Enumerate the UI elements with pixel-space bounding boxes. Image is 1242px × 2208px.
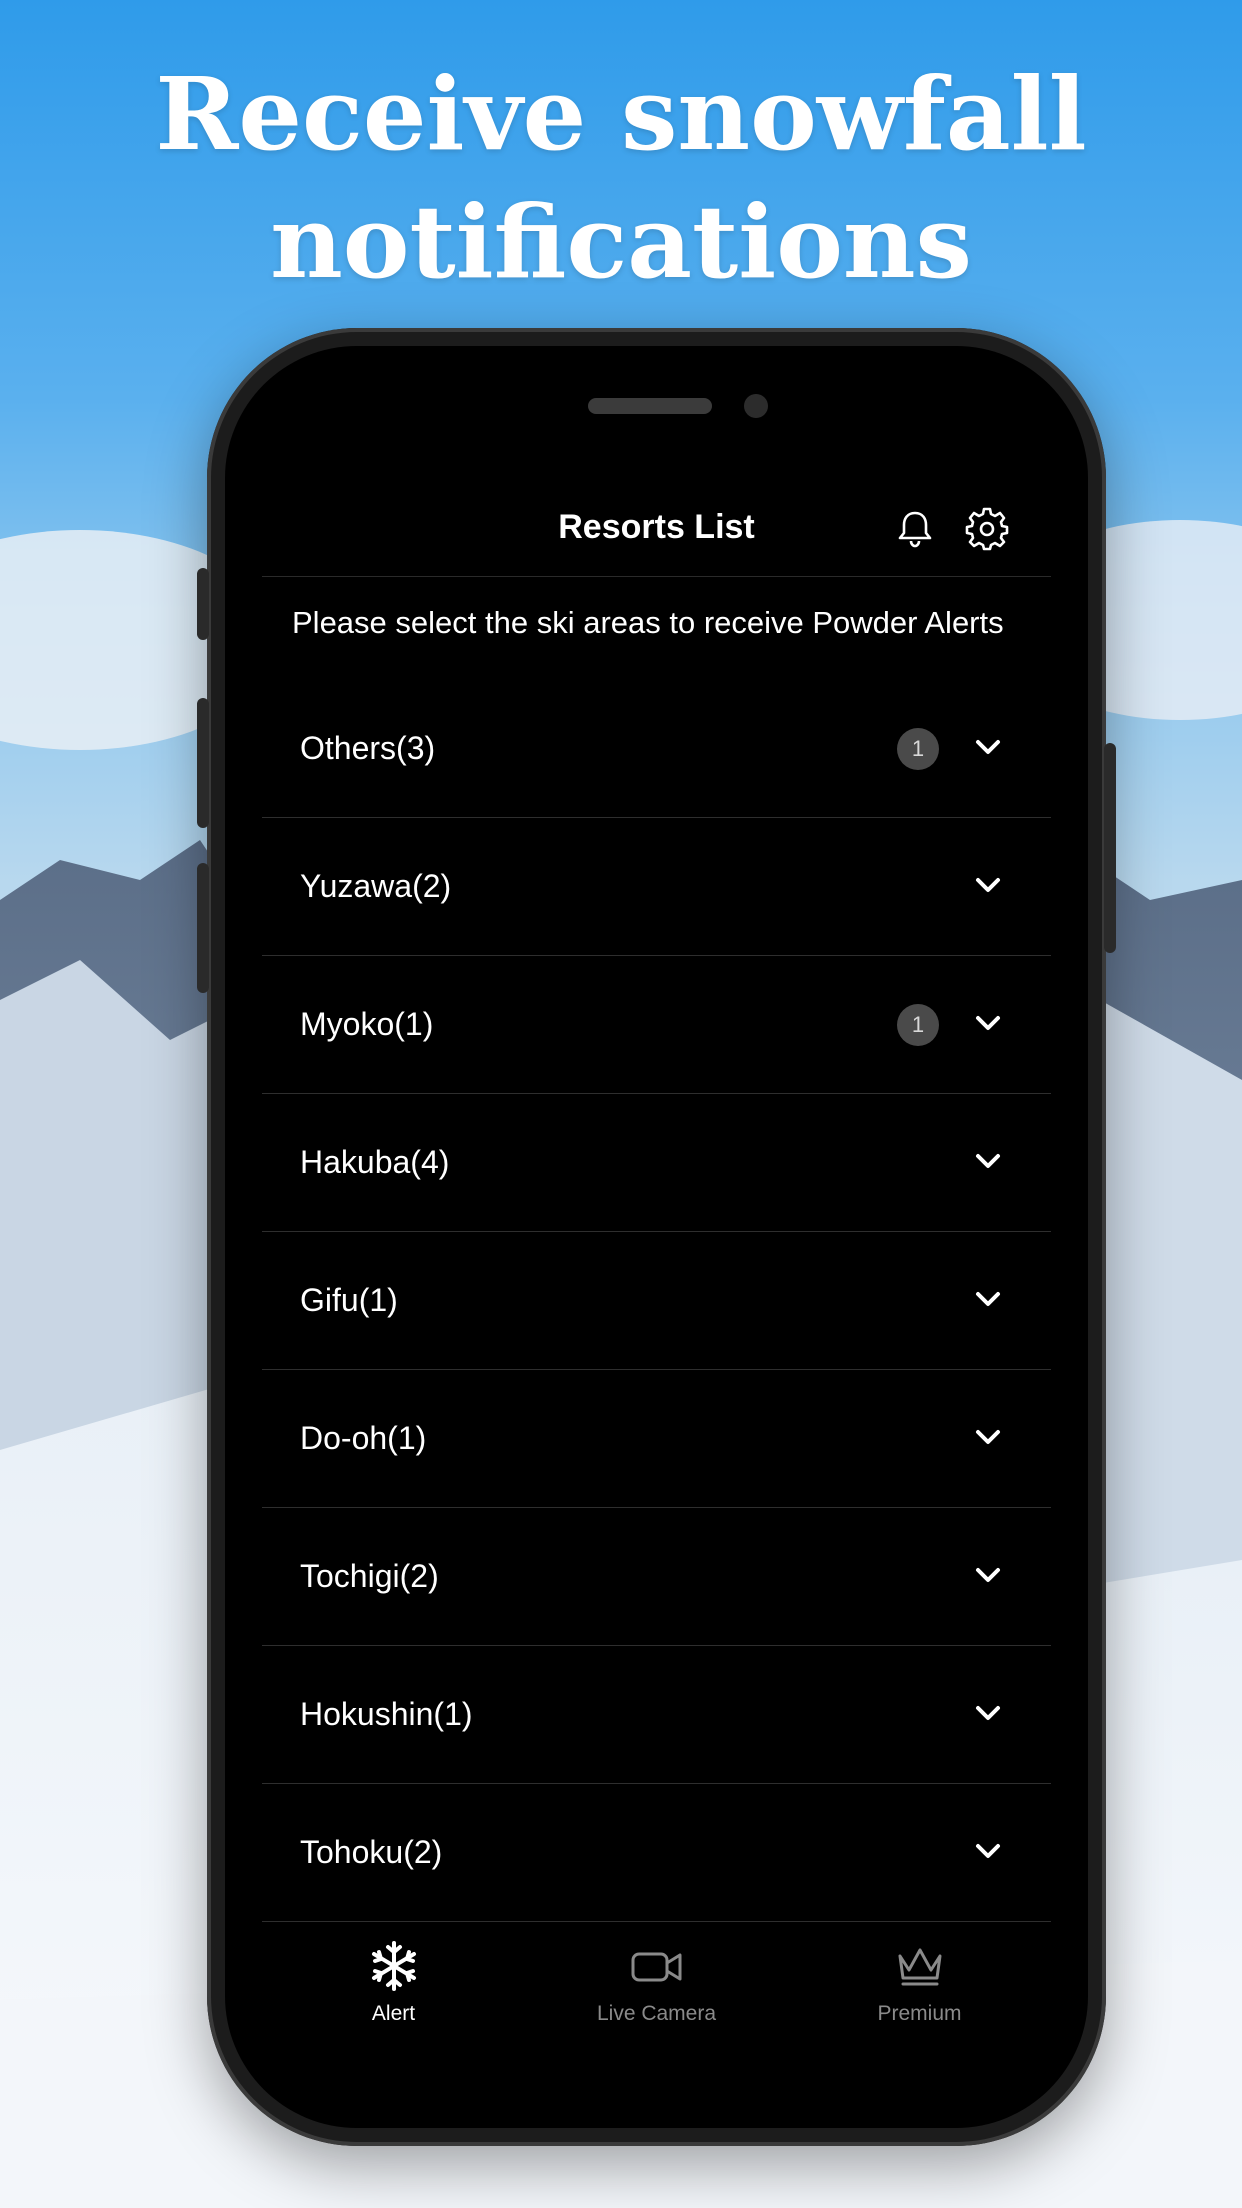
chevron-down-icon[interactable] (973, 1287, 1003, 1311)
tab-live-camera-label: Live Camera (596, 2002, 717, 2025)
chevron-down-icon[interactable] (973, 735, 1003, 759)
nav-bar: Resorts List (262, 482, 1051, 577)
volume-down-button (197, 863, 209, 993)
front-camera (744, 394, 768, 418)
volume-up-button (197, 698, 209, 828)
mute-switch (197, 568, 209, 640)
region-label: Yuzawa(2) (300, 868, 452, 904)
app-store-screenshot: Receive snowfall notifications Resorts L… (0, 0, 1242, 2208)
region-label: Myoko(1) (300, 1006, 434, 1042)
region-label: Gifu(1) (300, 1282, 398, 1318)
tab-premium[interactable]: Premium (788, 1926, 1051, 2046)
chevron-down-icon[interactable] (973, 1011, 1003, 1035)
phone-screen: Resorts List Please select the ski areas… (262, 380, 1051, 2091)
region-row[interactable]: Myoko(1) 1 (262, 956, 1051, 1094)
region-row[interactable]: Do-oh(1) (262, 1370, 1051, 1508)
region-row[interactable]: Hokushin(1) (262, 1646, 1051, 1784)
region-row[interactable]: Hakuba(4) (262, 1094, 1051, 1232)
tab-alert-label: Alert (371, 2002, 416, 2025)
region-label: Tochigi(2) (300, 1558, 439, 1594)
snowflake-icon (371, 1941, 416, 1991)
region-row[interactable]: Tohoku(2) (262, 1784, 1051, 1922)
chevron-down-icon[interactable] (973, 1701, 1003, 1725)
phone-frame: Resorts List Please select the ski areas… (197, 328, 1116, 2146)
region-label: Hokushin(1) (300, 1696, 473, 1732)
tab-premium-label: Premium (877, 2002, 962, 2025)
count-badge: 1 (897, 1004, 939, 1046)
chevron-down-icon[interactable] (973, 873, 1003, 897)
chevron-down-icon[interactable] (973, 1839, 1003, 1863)
region-label: Others(3) (300, 730, 436, 766)
gear-icon[interactable] (964, 506, 1010, 552)
video-camera-icon (631, 1952, 681, 1982)
headline: Receive snowfall notifications (0, 50, 1242, 306)
tab-live-camera[interactable]: Live Camera (525, 1926, 788, 2046)
bell-icon[interactable] (892, 506, 938, 552)
chevron-down-icon[interactable] (973, 1563, 1003, 1587)
region-row[interactable]: Others(3) 1 (262, 680, 1051, 818)
region-label: Hakuba(4) (300, 1144, 450, 1180)
intro-text: Please select the ski areas to receive P… (292, 605, 1004, 640)
speaker-grille (588, 398, 712, 414)
region-row[interactable]: Yuzawa(2) (262, 818, 1051, 956)
region-row[interactable]: Gifu(1) (262, 1232, 1051, 1370)
region-label: Tohoku(2) (300, 1834, 443, 1870)
power-button (1104, 743, 1116, 953)
tab-bar: Alert Live Camera Premium (262, 1926, 1051, 2091)
headline-line-1: Receive snowfall (155, 55, 1087, 173)
region-row[interactable]: Tochigi(2) (262, 1508, 1051, 1646)
notch (432, 380, 882, 444)
chevron-down-icon[interactable] (973, 1149, 1003, 1173)
tab-alert[interactable]: Alert (262, 1926, 525, 2046)
chevron-down-icon[interactable] (973, 1425, 1003, 1449)
region-label: Do-oh(1) (300, 1420, 427, 1456)
crown-icon (898, 1948, 941, 1986)
region-list: Others(3) 1 Yuzawa(2) Myoko(1) 1 Hakuba(4) Gif… (262, 680, 1051, 1922)
headline-line-2: notifications (270, 183, 972, 301)
count-badge: 1 (897, 728, 939, 770)
